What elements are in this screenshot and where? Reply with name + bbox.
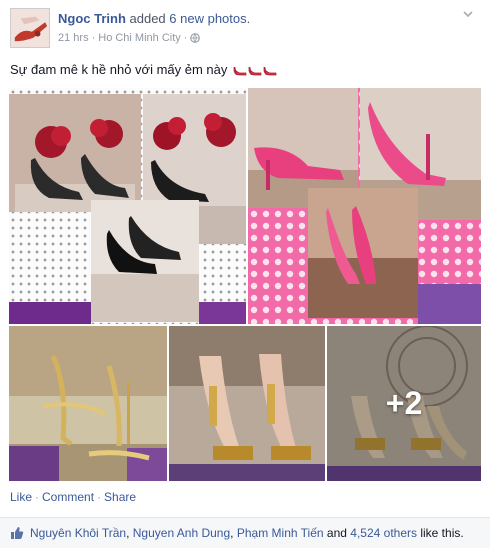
post-meta: 21 hrs · Ho Chi Minh City · [58, 32, 201, 44]
likes-and: and [326, 526, 347, 540]
post-message: Sự đam mê k hề nhỏ với mấy ẻm này [10, 62, 228, 77]
post-card: Ngoc Trinh added 6 new photos. 21 hrs · … [0, 0, 490, 548]
post-headline: Ngoc Trinh added 6 new photos. [58, 11, 250, 26]
post-text: Sự đam mê k hề nhỏ với mấy ẻm này [10, 62, 277, 77]
photo-4[interactable] [169, 326, 325, 481]
likes-comma: , [126, 526, 130, 540]
like-link[interactable]: Like [10, 490, 32, 504]
photo-1[interactable] [9, 88, 246, 324]
meta-separator: · [91, 32, 96, 44]
comment-link[interactable]: Comment [42, 490, 94, 504]
globe-icon[interactable] [190, 33, 201, 43]
meta-separator-2: · [183, 32, 188, 44]
chevron-down-icon[interactable] [460, 8, 476, 24]
others-likes-link[interactable]: 4,524 others [350, 526, 417, 540]
liker-3-link[interactable]: Phạm Minh Tiến [237, 526, 324, 540]
thumbs-up-icon [11, 527, 24, 539]
likes-bar: Nguyên Khôi Trần, Nguyen Anh Dung, Phạm … [0, 517, 490, 548]
likes-comma: , [230, 526, 234, 540]
more-photos-count[interactable]: +2 [327, 326, 481, 481]
post-header: Ngoc Trinh added 6 new photos. 21 hrs · … [10, 8, 480, 52]
location[interactable]: Ho Chi Minh City [98, 32, 181, 44]
action-prefix: added [129, 11, 166, 26]
photo-3[interactable] [9, 326, 167, 481]
high-heel-shoe-icon [233, 64, 277, 76]
photo-2[interactable] [248, 88, 481, 324]
photo-count-link[interactable]: 6 new photos [169, 11, 246, 26]
timestamp[interactable]: 21 hrs [58, 32, 89, 44]
liker-1-link[interactable]: Nguyên Khôi Trần [30, 526, 126, 540]
liker-2-link[interactable]: Nguyen Anh Dung [133, 526, 230, 540]
likes-suffix: like this. [420, 526, 464, 540]
post-actions: Like · Comment · Share [10, 490, 136, 504]
action-separator: · [97, 490, 102, 504]
author-name[interactable]: Ngoc Trinh [58, 11, 126, 26]
photo-5[interactable]: +2 [327, 326, 481, 481]
share-link[interactable]: Share [104, 490, 136, 504]
action-separator: · [35, 490, 40, 504]
avatar[interactable] [10, 8, 50, 48]
action-suffix: . [246, 11, 251, 26]
